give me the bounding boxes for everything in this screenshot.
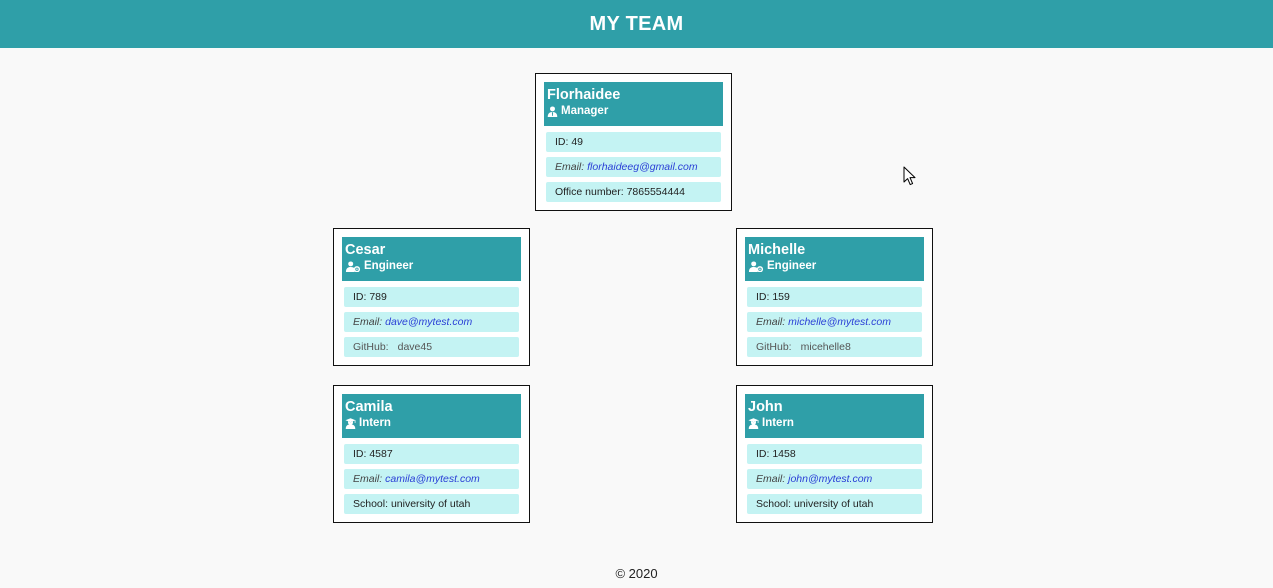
- id-row: ID: 1458: [747, 444, 922, 464]
- mouse-cursor-icon: [903, 166, 916, 186]
- employee-name: John: [748, 399, 783, 415]
- role-label: Intern: [762, 417, 794, 429]
- card-header: Michelle Engineer: [745, 237, 924, 281]
- role-label: Intern: [359, 417, 391, 429]
- id-text: ID: 159: [756, 291, 790, 303]
- card-header: Cesar Engineer: [342, 237, 521, 281]
- github-link[interactable]: micehelle8: [801, 341, 851, 353]
- id-row: ID: 49: [546, 132, 721, 152]
- email-link[interactable]: john@mytest.com: [788, 473, 872, 485]
- email-label: Email:: [353, 316, 383, 328]
- id-text: ID: 49: [555, 136, 584, 148]
- page-footer: © 2020: [0, 566, 1273, 581]
- github-label: GitHub:: [353, 341, 389, 353]
- school-text: School: university of utah: [353, 498, 471, 510]
- office-row: Office number: 7865554444: [546, 182, 721, 202]
- email-row: Email: florhaideeg@gmail.com: [546, 157, 721, 177]
- id-row: ID: 789: [344, 287, 519, 307]
- github-row: GitHub: dave45: [344, 337, 519, 357]
- employee-name: Camila: [345, 399, 393, 415]
- employee-role: Intern: [345, 416, 518, 431]
- employee-role: Manager: [547, 104, 720, 119]
- employee-name: Michelle: [748, 242, 806, 258]
- employee-role: Engineer: [345, 259, 518, 274]
- id-text: ID: 4587: [353, 448, 393, 460]
- school-row: School: university of utah: [344, 494, 519, 514]
- employee-name: Florhaidee: [547, 87, 621, 103]
- email-label: Email:: [756, 316, 786, 328]
- school-text: School: university of utah: [756, 498, 874, 510]
- engineer-card: Michelle Engineer ID: 159 Email: michell…: [736, 228, 933, 366]
- id-text: ID: 1458: [756, 448, 796, 460]
- email-link[interactable]: florhaideeg@gmail.com: [587, 161, 697, 173]
- email-label: Email:: [756, 473, 786, 485]
- copyright-text: © 2020: [615, 566, 658, 581]
- page-header: MY TEAM: [0, 0, 1273, 48]
- github-row: GitHub: micehelle8: [747, 337, 922, 357]
- page-title: MY TEAM: [589, 12, 684, 35]
- card-header: Florhaidee Manager: [544, 82, 723, 126]
- card-header: John Intern: [745, 394, 924, 438]
- employee-role: Engineer: [748, 259, 921, 274]
- id-row: ID: 4587: [344, 444, 519, 464]
- school-row: School: university of utah: [747, 494, 922, 514]
- engineer-card: Cesar Engineer ID: 789 Email: dave@mytes…: [333, 228, 530, 366]
- email-row: Email: michelle@mytest.com: [747, 312, 922, 332]
- employee-role: Intern: [748, 416, 921, 431]
- intern-card: Camila Intern ID: 4587 Email: camila@myt…: [333, 385, 530, 523]
- employee-name: Cesar: [345, 242, 386, 258]
- user-tie-icon: [547, 106, 558, 117]
- email-label: Email:: [555, 161, 585, 173]
- user-graduate-icon: [748, 418, 759, 429]
- id-text: ID: 789: [353, 291, 387, 303]
- email-label: Email:: [353, 473, 383, 485]
- github-link[interactable]: dave45: [398, 341, 432, 353]
- user-cog-icon: [748, 261, 764, 272]
- email-row: Email: john@mytest.com: [747, 469, 922, 489]
- role-label: Engineer: [767, 260, 817, 272]
- email-link[interactable]: dave@mytest.com: [385, 316, 472, 328]
- manager-card: Florhaidee Manager ID: 49 Email: florhai…: [535, 73, 732, 211]
- user-graduate-icon: [345, 418, 356, 429]
- role-label: Manager: [561, 105, 609, 117]
- email-row: Email: dave@mytest.com: [344, 312, 519, 332]
- office-text: Office number: 7865554444: [555, 186, 685, 198]
- user-cog-icon: [345, 261, 361, 272]
- card-header: Camila Intern: [342, 394, 521, 438]
- id-row: ID: 159: [747, 287, 922, 307]
- email-row: Email: camila@mytest.com: [344, 469, 519, 489]
- email-link[interactable]: camila@mytest.com: [385, 473, 480, 485]
- github-label: GitHub:: [756, 341, 792, 353]
- role-label: Engineer: [364, 260, 414, 272]
- intern-card: John Intern ID: 1458 Email: john@mytest.…: [736, 385, 933, 523]
- email-link[interactable]: michelle@mytest.com: [788, 316, 891, 328]
